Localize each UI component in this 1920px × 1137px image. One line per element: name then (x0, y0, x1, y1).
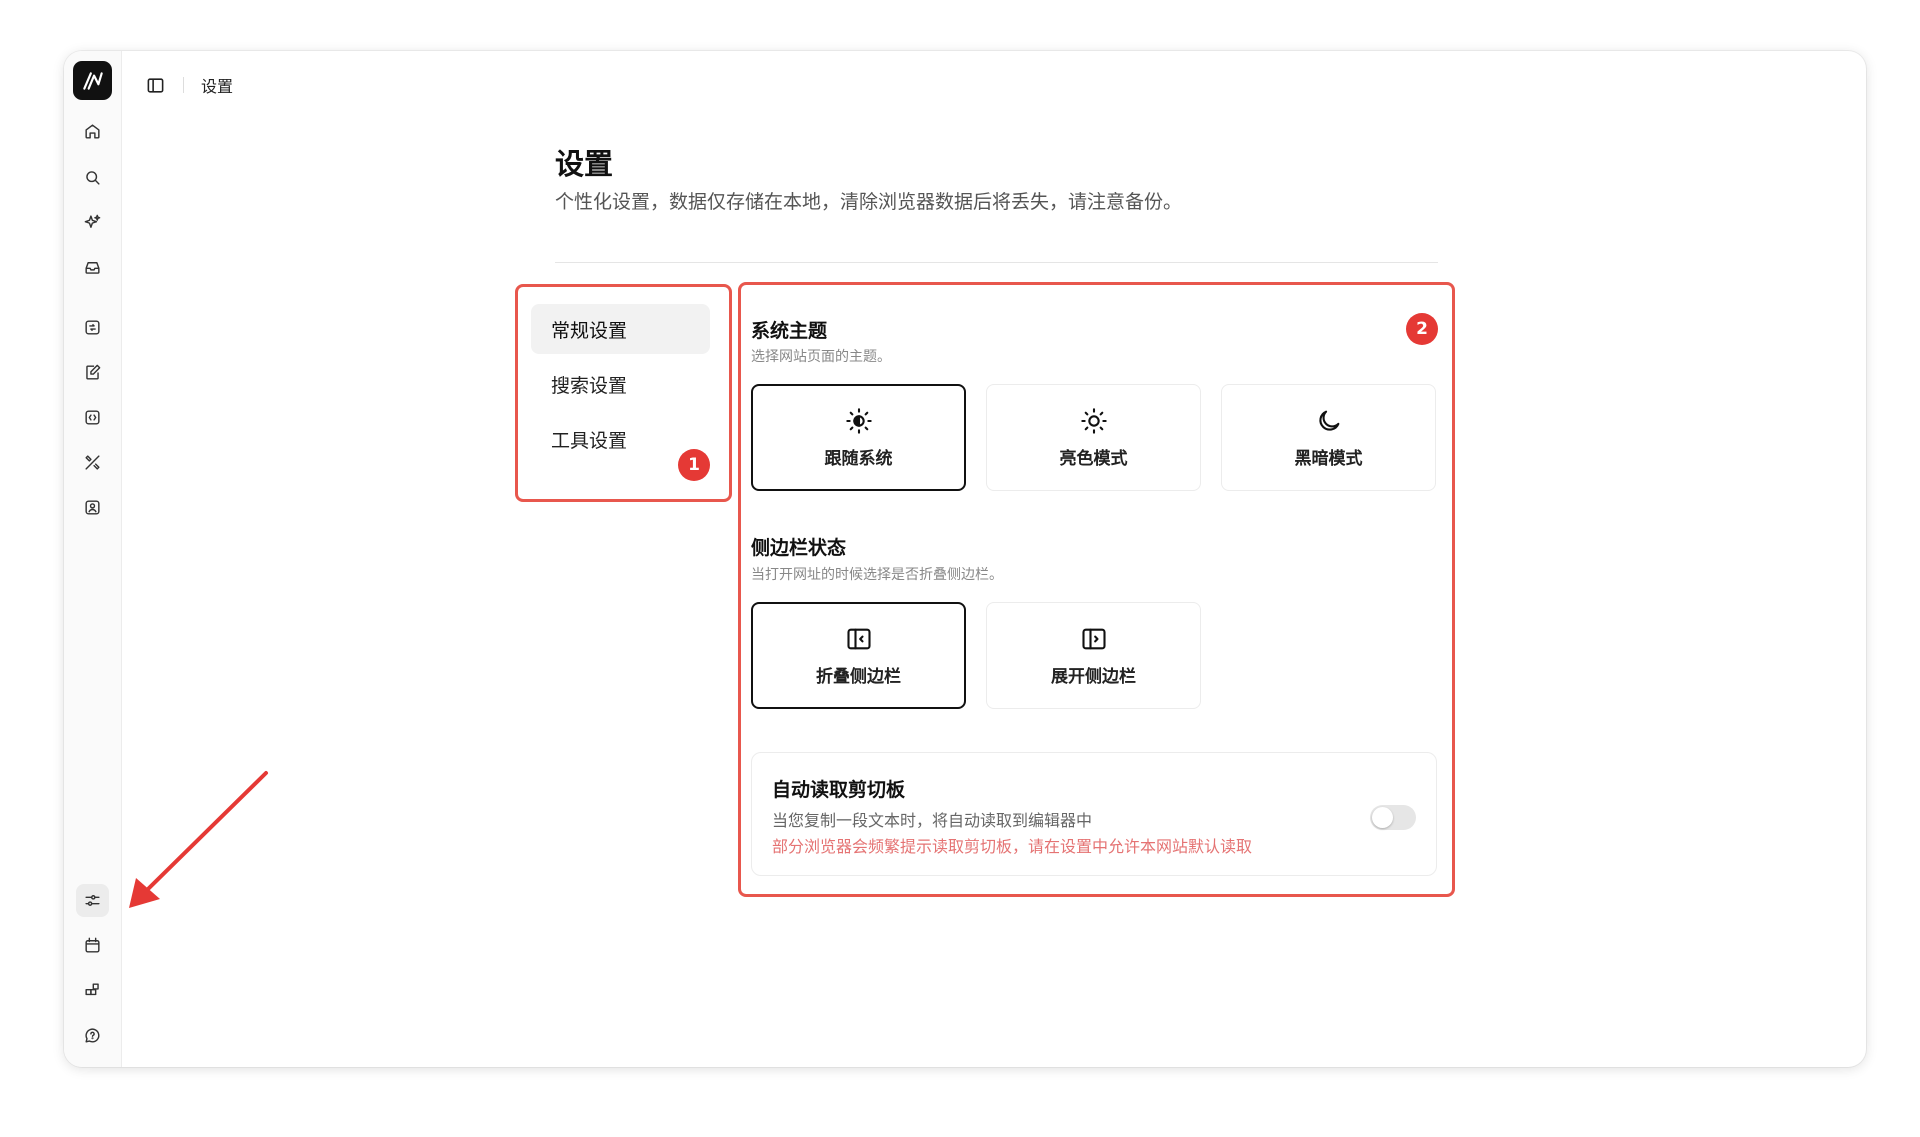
annotation-arrow (129, 771, 268, 908)
